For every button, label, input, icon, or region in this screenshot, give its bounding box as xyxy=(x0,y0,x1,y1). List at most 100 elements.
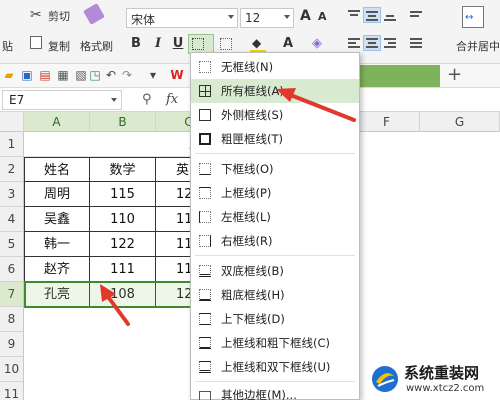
zoom-icon[interactable]: ⚲ xyxy=(142,92,152,107)
underline-button[interactable]: U xyxy=(170,34,186,54)
align-left-icon[interactable] xyxy=(346,36,362,50)
annotation-arrow-cell xyxy=(100,284,130,326)
row-header[interactable]: 10 xyxy=(0,357,24,382)
grow-font-button[interactable]: A xyxy=(300,8,311,24)
menu-item-top-bottom-border[interactable]: 上下框线(D) xyxy=(191,307,359,331)
row-header[interactable]: 5 xyxy=(0,232,24,257)
menu-item-label: 无框线(N) xyxy=(221,60,274,74)
menu-item-left-border[interactable]: 左框线(L) xyxy=(191,205,359,229)
table-cell[interactable]: 111 xyxy=(90,257,156,282)
clear-format-icon[interactable]: ◈ xyxy=(312,36,322,51)
table-cell[interactable]: 赵齐 xyxy=(24,257,90,282)
thick-bottom-border-icon xyxy=(199,289,211,301)
row-header[interactable]: 7 xyxy=(0,282,24,307)
copy-icon[interactable] xyxy=(30,36,42,49)
merge-center-arrows-icon: ↔ xyxy=(465,12,474,23)
row-header[interactable]: 4 xyxy=(0,207,24,232)
font-name-select[interactable]: 宋体 xyxy=(126,8,238,28)
export-icon[interactable]: ◳ xyxy=(88,68,102,82)
table-cell[interactable]: 115 xyxy=(90,182,156,207)
table-cell[interactable]: 吴鑫 xyxy=(24,207,90,232)
table-cell[interactable]: 韩一 xyxy=(24,232,90,257)
chevron-down-icon xyxy=(228,15,234,19)
undo-icon[interactable]: ↶ xyxy=(104,68,118,82)
bottom-border-icon xyxy=(199,163,211,175)
format-painter-label[interactable]: 格式刷 xyxy=(80,38,113,54)
open-folder-icon[interactable]: ▰ xyxy=(2,68,16,82)
align-top-icon[interactable] xyxy=(346,8,362,22)
menu-item-top-double-bottom-border[interactable]: 上框线和双下框线(U) xyxy=(191,355,359,379)
menu-item-top-thick-bottom-border[interactable]: 上框线和粗下框线(C) xyxy=(191,331,359,355)
table-cell[interactable]: 周明 xyxy=(24,182,90,207)
align-bottom-icon[interactable] xyxy=(382,8,398,22)
column-header-f[interactable]: F xyxy=(354,112,420,132)
redo-icon[interactable]: ↷ xyxy=(120,68,134,82)
wps-logo-icon: W xyxy=(170,68,184,82)
menu-item-label: 双底框线(B) xyxy=(221,264,284,278)
font-name-value: 宋体 xyxy=(131,13,156,27)
row-header[interactable]: 9 xyxy=(0,332,24,357)
row-header[interactable]: 11 xyxy=(0,382,24,400)
menu-item-right-border[interactable]: 右框线(R) xyxy=(191,229,359,253)
watermark-url: www.xtcz2.com xyxy=(406,383,485,394)
table-cell[interactable]: 122 xyxy=(90,232,156,257)
row-header[interactable]: 6 xyxy=(0,257,24,282)
column-header-a[interactable]: A xyxy=(24,112,90,132)
watermark-title: 系统重装网 xyxy=(404,364,480,382)
font-size-select[interactable]: 12 xyxy=(240,8,294,28)
copy-label[interactable]: 复制 xyxy=(48,38,70,54)
chevron-down-icon xyxy=(111,98,117,102)
customize-dropdown-icon[interactable]: ▾ xyxy=(146,68,160,82)
menu-item-double-bottom-border[interactable]: 双底框线(B) xyxy=(191,259,359,283)
align-right-icon[interactable] xyxy=(382,36,398,50)
bold-button[interactable]: B xyxy=(128,34,144,54)
save-icon[interactable]: ▣ xyxy=(20,68,34,82)
all-borders-icon xyxy=(192,38,204,50)
scissors-icon[interactable]: ✂ xyxy=(30,8,42,22)
cut-label[interactable]: 剪切 xyxy=(48,8,70,24)
menu-item-bottom-border[interactable]: 下框线(O) xyxy=(191,157,359,181)
pdf-icon[interactable]: ▤ xyxy=(38,68,52,82)
select-all-corner[interactable] xyxy=(0,112,24,132)
top-double-bottom-border-icon xyxy=(199,361,211,373)
menu-separator xyxy=(195,153,355,154)
format-painter-icon[interactable] xyxy=(83,3,105,25)
top-border-icon xyxy=(199,187,211,199)
table-cell[interactable]: 110 xyxy=(90,207,156,232)
row-header[interactable]: 3 xyxy=(0,182,24,207)
row-header[interactable]: 2 xyxy=(0,157,24,182)
fill-border-icon[interactable] xyxy=(220,38,232,50)
column-header-b[interactable]: B xyxy=(90,112,156,132)
row-header[interactable]: 1 xyxy=(0,132,24,157)
paste-label[interactable]: 贴 xyxy=(2,38,13,54)
wrap-text-icon[interactable] xyxy=(408,8,424,22)
row-header[interactable]: 8 xyxy=(0,307,24,332)
menu-item-label: 粗底框线(H) xyxy=(221,288,285,302)
fx-button[interactable]: fx xyxy=(166,92,178,107)
font-size-value: 12 xyxy=(245,11,261,25)
merge-center-label[interactable]: 合并居中 xyxy=(456,38,500,54)
print-icon[interactable]: ▦ xyxy=(56,68,70,82)
menu-item-top-border[interactable]: 上框线(P) xyxy=(191,181,359,205)
menu-item-more-borders[interactable]: 其他边框(M)... xyxy=(191,385,359,400)
menu-item-label: 右框线(R) xyxy=(221,234,273,248)
header-cell-math[interactable]: 数学 xyxy=(90,157,156,182)
shrink-font-button[interactable]: A xyxy=(318,10,327,23)
column-header-g[interactable]: G xyxy=(420,112,500,132)
menu-item-thick-bottom-border[interactable]: 粗底框线(H) xyxy=(191,283,359,307)
fill-color-icon[interactable]: ◆ xyxy=(252,36,266,50)
header-cell-name[interactable]: 姓名 xyxy=(24,157,90,182)
menu-separator xyxy=(195,381,355,382)
new-tab-button[interactable]: + xyxy=(447,65,462,85)
name-box[interactable]: E7 xyxy=(2,90,122,110)
menu-separator xyxy=(195,255,355,256)
font-color-button[interactable]: A xyxy=(280,34,296,54)
align-middle-icon[interactable] xyxy=(363,7,381,23)
menu-item-thick-box-border[interactable]: 粗匣框线(T) xyxy=(191,127,359,151)
align-center-icon[interactable] xyxy=(363,35,381,51)
justify-icon[interactable] xyxy=(408,36,424,50)
menu-item-no-border[interactable]: 无框线(N) xyxy=(191,55,359,79)
menu-item-label: 其他边框(M)... xyxy=(221,388,297,400)
print-preview-icon[interactable]: ▧ xyxy=(74,68,88,82)
italic-button[interactable]: I xyxy=(150,34,166,54)
